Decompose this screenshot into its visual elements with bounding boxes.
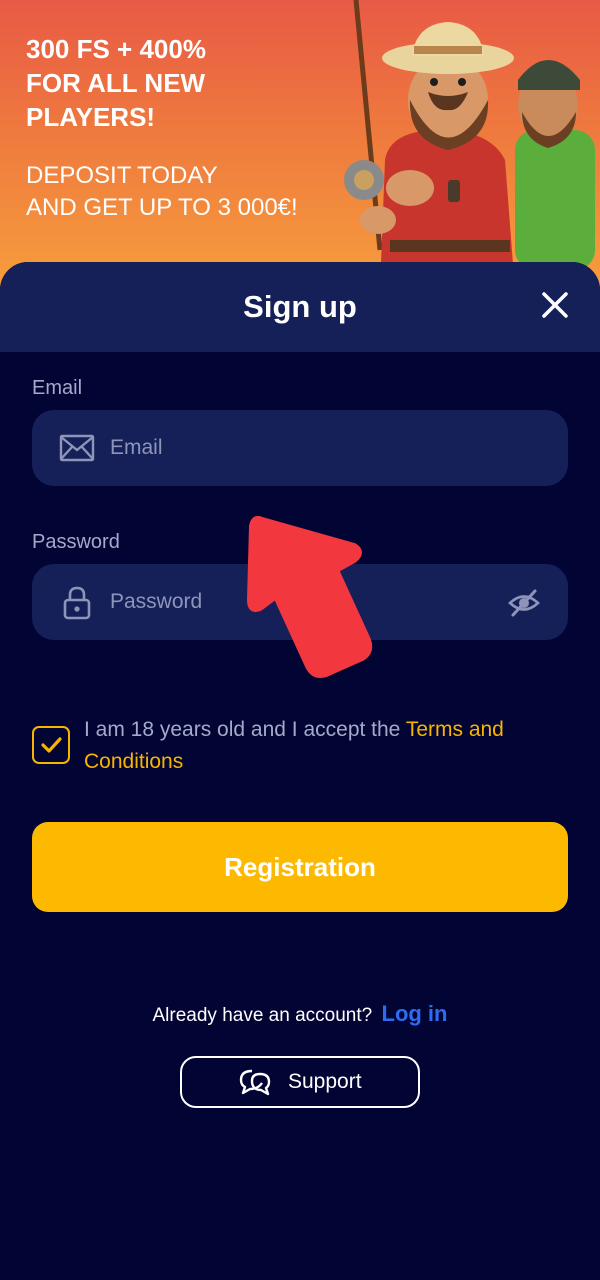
email-field-box — [32, 410, 568, 486]
eye-slash-icon[interactable] — [508, 588, 540, 618]
email-input[interactable] — [110, 410, 490, 486]
chat-bubbles-icon — [239, 1069, 271, 1096]
terms-text: I am 18 years old and I accept the Terms… — [84, 714, 564, 778]
envelope-icon — [59, 434, 95, 462]
promo-subtitle: DEPOSIT TODAY AND GET UP TO 3 000€! — [26, 162, 298, 221]
login-prompt: Already have an account? — [152, 1005, 373, 1026]
check-icon — [41, 737, 62, 753]
promo-title: 300 FS + 400% FOR ALL NEW PLAYERS! — [26, 34, 206, 132]
lock-icon — [63, 586, 91, 620]
signup-page: 300 FS + 400% FOR ALL NEW PLAYERS! DEPOS… — [0, 0, 600, 1280]
support-label: Support — [288, 1070, 362, 1093]
login-link[interactable]: Log in — [382, 1001, 448, 1026]
password-label: Password — [32, 531, 120, 553]
terms-checkbox[interactable] — [32, 726, 70, 764]
promo-banner: 300 FS + 400% FOR ALL NEW PLAYERS! DEPOS… — [0, 0, 600, 300]
modal-title: Sign up — [243, 289, 357, 324]
email-label: Email — [32, 377, 83, 399]
close-icon[interactable] — [536, 286, 574, 324]
signup-modal: Sign up Email Password — [0, 262, 600, 1280]
registration-button[interactable]: Registration — [32, 822, 568, 912]
red-arrow-annotation-icon — [247, 515, 373, 678]
fishermen-characters-illustration — [344, 0, 595, 290]
modal-header: Sign up — [0, 262, 600, 352]
terms-statement: I am 18 years old and I accept the — [84, 718, 406, 741]
login-row: Already have an account? Log in — [0, 1000, 600, 1030]
support-button[interactable]: Support — [180, 1056, 420, 1108]
